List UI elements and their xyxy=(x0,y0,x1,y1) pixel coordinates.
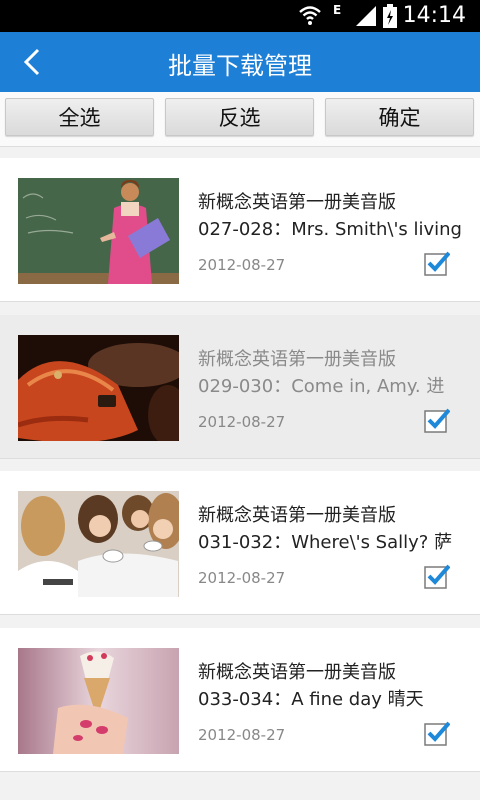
list-item[interactable]: 新概念英语第一册美音版 031-032：Where\'s Sally? 萨 20… xyxy=(0,471,480,615)
confirm-button[interactable]: 确定 xyxy=(325,98,474,136)
network-type-label: E xyxy=(333,3,342,17)
app-header: 批量下载管理 xyxy=(0,32,480,92)
list-item[interactable]: 新概念英语第一册美音版 029-030：Come in, Amy. 进 2012… xyxy=(0,315,480,459)
lesson-thumbnail xyxy=(18,648,179,754)
page-title: 批量下载管理 xyxy=(168,52,312,80)
lesson-date: 2012-08-27 xyxy=(198,569,286,587)
checkbox-checked-icon[interactable] xyxy=(424,720,450,746)
lesson-thumbnail xyxy=(18,335,179,441)
lesson-title: 新概念英语第一册美音版 xyxy=(198,662,396,683)
invert-selection-button[interactable]: 反选 xyxy=(165,98,314,136)
lesson-subtitle: 033-034：A fine day 晴天 xyxy=(198,689,424,710)
signal-icon xyxy=(356,6,376,26)
lesson-title: 新概念英语第一册美音版 xyxy=(198,192,396,213)
lesson-title: 新概念英语第一册美音版 xyxy=(198,505,396,526)
wifi-icon xyxy=(299,6,321,25)
list-item[interactable]: 新概念英语第一册美音版 027-028：Mrs. Smith\'s living… xyxy=(0,158,480,302)
lesson-thumbnail xyxy=(18,491,179,597)
action-bar: 全选 反选 确定 xyxy=(0,92,480,147)
lesson-subtitle: 031-032：Where\'s Sally? 萨 xyxy=(198,532,453,553)
lesson-date: 2012-08-27 xyxy=(198,726,286,744)
battery-icon xyxy=(383,4,397,28)
lesson-date: 2012-08-27 xyxy=(198,413,286,431)
lesson-date: 2012-08-27 xyxy=(198,256,286,274)
lesson-thumbnail xyxy=(18,178,179,284)
checkbox-checked-icon[interactable] xyxy=(424,563,450,589)
lesson-subtitle: 027-028：Mrs. Smith\'s living xyxy=(198,219,462,240)
checkbox-checked-icon[interactable] xyxy=(424,407,450,433)
clock: 14:14 xyxy=(402,3,466,28)
list-item[interactable]: 新概念英语第一册美音版 033-034：A fine day 晴天 2012-0… xyxy=(0,628,480,772)
checkbox-checked-icon[interactable] xyxy=(424,250,450,276)
select-all-button[interactable]: 全选 xyxy=(5,98,154,136)
lesson-title: 新概念英语第一册美音版 xyxy=(198,349,396,370)
lesson-subtitle: 029-030：Come in, Amy. 进 xyxy=(198,376,445,397)
status-bar: E 14:14 xyxy=(0,0,480,32)
